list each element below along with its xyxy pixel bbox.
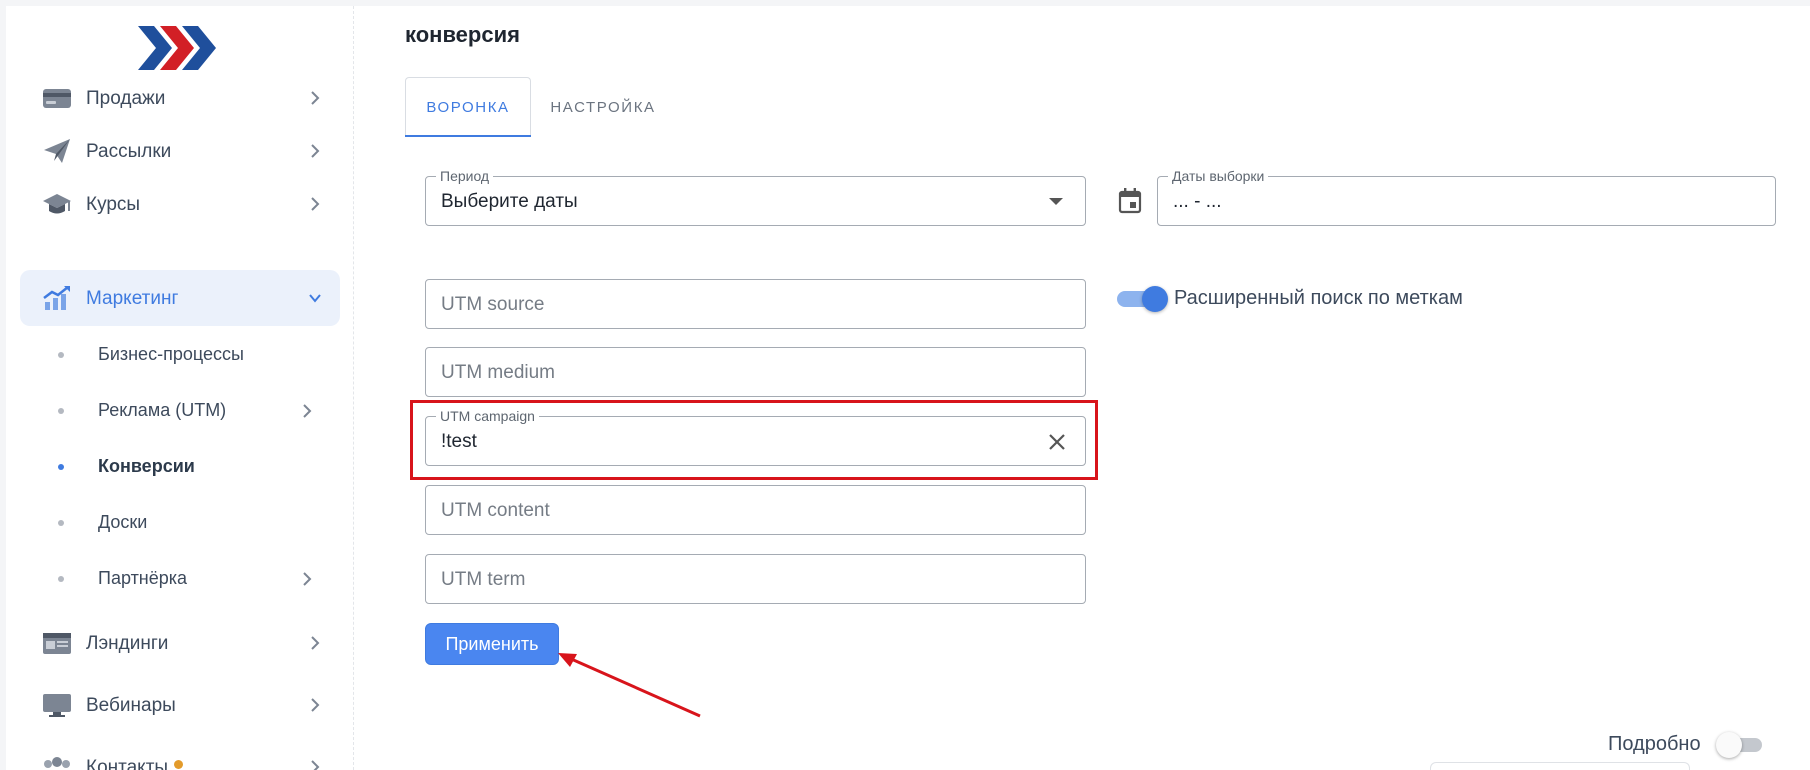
extended-search-label: Расширенный поиск по меткам — [1174, 287, 1463, 309]
chevron-right-icon — [303, 404, 312, 418]
sidebar-item-label: Курсы — [86, 194, 141, 215]
sidebar-item-label: Вебинары — [86, 695, 176, 716]
sidebar-item-label: Контакты — [86, 757, 184, 770]
contacts-label-text: Контакты — [86, 757, 169, 770]
sidebar-subitem-boards[interactable]: Доски — [20, 500, 340, 544]
chevron-right-icon — [303, 572, 312, 586]
tab-funnel[interactable]: ВОРОНКА — [405, 77, 531, 137]
browser-window-icon — [43, 633, 71, 654]
chart-growth-icon — [43, 286, 70, 310]
sidebar-subitem-ads-utm[interactable]: Реклама (UTM) — [20, 388, 340, 432]
logo-icon — [138, 26, 216, 70]
sidebar-subitem-label: Конверсии — [98, 456, 195, 476]
notification-dot — [174, 760, 184, 769]
detail-toggle[interactable] — [1716, 732, 1768, 758]
chevron-right-icon — [311, 197, 320, 211]
chevron-right-icon — [311, 698, 320, 712]
sidebar-subitem-label: Доски — [98, 512, 148, 532]
utm-medium-placeholder: UTM medium — [441, 362, 556, 383]
sidebar-item-sales[interactable]: Продажи — [20, 70, 340, 126]
utm-source-input[interactable]: UTM source — [425, 279, 1086, 329]
sidebar-subitem-conversions[interactable]: Конверсии — [20, 444, 340, 488]
sidebar-subitem-label: Реклама (UTM) — [98, 400, 227, 420]
sidebar: Продажи Рассылки Курсы Маркетинг Бизнес-… — [6, 6, 354, 770]
bottom-panel-edge — [1430, 762, 1690, 770]
period-select[interactable]: Период Выберите даты — [425, 168, 1086, 226]
chevron-right-icon — [311, 144, 320, 158]
chevron-down-icon — [309, 294, 321, 303]
period-label: Период — [436, 168, 494, 184]
sidebar-subitem-label: Партнёрка — [98, 568, 188, 588]
utm-term-placeholder: UTM term — [441, 569, 526, 590]
dates-field[interactable]: Даты выборки ... - ... — [1157, 168, 1776, 226]
bullet-dot — [58, 520, 64, 526]
chevron-right-icon — [311, 91, 320, 105]
extended-search-toggle[interactable] — [1117, 286, 1168, 312]
graduation-cap-icon — [43, 194, 71, 214]
dates-value: ... - ... — [1173, 191, 1222, 212]
utm-content-input[interactable]: UTM content — [425, 485, 1086, 535]
toggle-knob — [1716, 732, 1742, 758]
sidebar-item-marketing[interactable]: Маркетинг — [20, 270, 340, 326]
apply-button[interactable]: Применить — [425, 623, 559, 665]
toggle-knob — [1142, 286, 1168, 312]
detail-label: Подробно — [1608, 733, 1701, 755]
sidebar-item-label: Продажи — [86, 88, 166, 109]
sidebar-subitem-business-processes[interactable]: Бизнес-процессы — [20, 332, 340, 376]
highlight-frame — [410, 400, 1098, 480]
bullet-dot — [58, 576, 64, 582]
utm-content-placeholder: UTM content — [441, 500, 550, 521]
bullet-dot — [58, 464, 64, 470]
sidebar-item-label: Рассылки — [86, 141, 172, 162]
calendar-icon[interactable] — [1117, 187, 1143, 215]
bullet-dot — [58, 408, 64, 414]
sidebar-subitem-partners[interactable]: Партнёрка — [20, 556, 340, 600]
paper-plane-icon — [44, 139, 70, 163]
sidebar-item-webinars[interactable]: Вебинары — [20, 677, 340, 733]
chevron-right-icon — [311, 760, 320, 770]
page-title: конверсия — [405, 22, 520, 47]
bullet-dot — [58, 352, 64, 358]
period-value: Выберите даты — [441, 191, 578, 212]
tab-settings[interactable]: НАСТРОЙКА — [539, 77, 667, 137]
sidebar-item-contacts[interactable]: Контакты — [20, 739, 340, 770]
sidebar-item-landings[interactable]: Лэндинги — [20, 615, 340, 671]
caret-down-icon — [1049, 198, 1063, 205]
utm-source-placeholder: UTM source — [441, 294, 545, 315]
users-icon — [44, 757, 70, 768]
utm-term-input[interactable]: UTM term — [425, 554, 1086, 604]
sidebar-item-label: Лэндинги — [86, 633, 169, 654]
monitor-icon — [43, 694, 71, 717]
sidebar-item-mailings[interactable]: Рассылки — [20, 123, 340, 179]
credit-card-icon — [43, 89, 71, 108]
sidebar-subitem-label: Бизнес-процессы — [98, 344, 244, 364]
dates-label: Даты выборки — [1168, 168, 1269, 184]
annotation-arrow-icon — [558, 653, 701, 718]
sidebar-item-courses[interactable]: Курсы — [20, 176, 340, 232]
utm-medium-input[interactable]: UTM medium — [425, 347, 1086, 397]
sidebar-item-label: Маркетинг — [86, 288, 179, 309]
chevron-right-icon — [311, 636, 320, 650]
